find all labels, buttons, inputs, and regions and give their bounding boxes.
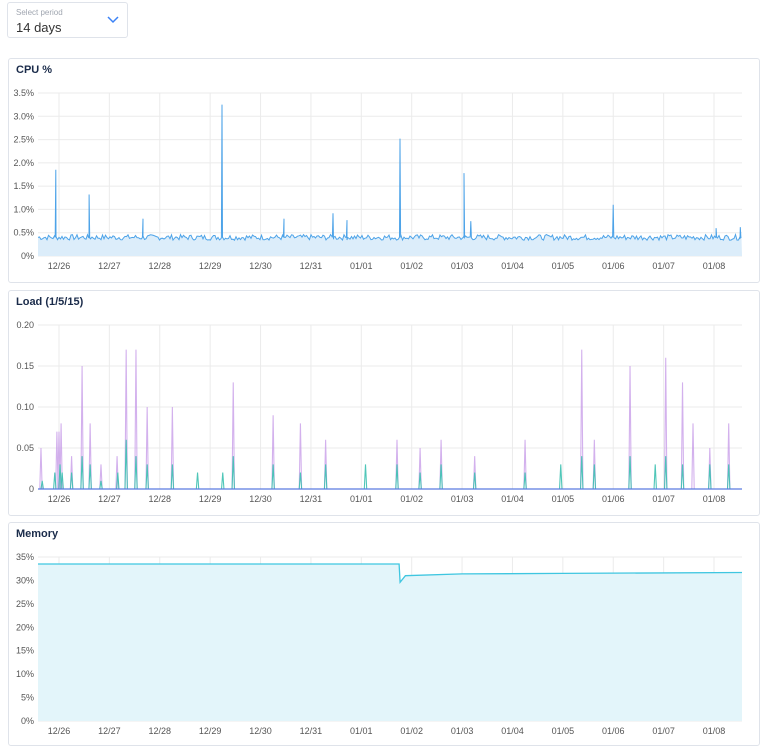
cpu-chart: 0% 0.5% 1.0% 1.5% 2.0% 2.5% 3.0% 3.5% 12/26 12/27… [13,88,742,271]
load-spike [363,464,368,490]
load-chart: 0 0.05 0.10 0.15 0.20 12/26 12/27 12/28 12/29 12/… [16,320,742,504]
chevron-down-icon [107,16,119,24]
load-spike [220,472,225,490]
x-tick-label: 01/04 [501,261,524,271]
y-tick-label: 25% [16,599,34,609]
x-tick-label: 01/01 [350,261,373,271]
load-spike [691,423,695,490]
x-tick-label: 12/30 [249,261,272,271]
x-tick-label: 01/03 [451,261,474,271]
y-tick-label: 0 [29,484,34,494]
x-tick-label: 01/03 [451,494,474,504]
y-tick-label: 0% [21,251,34,261]
y-tick-label: 30% [16,575,34,585]
x-tick-label: 01/04 [501,726,524,736]
period-select[interactable]: Select period 14 days [7,2,128,38]
x-tick-label: 12/26 [48,726,71,736]
memory-chart-panel: Memory 0% 5% 10% 15% 20% 25% 30% 35% 12/26 12/27 1… [8,522,760,746]
x-tick-label: 01/07 [652,726,675,736]
x-tick-label: 12/28 [148,726,171,736]
x-tick-label: 12/31 [300,494,323,504]
y-tick-label: 0.5% [13,228,34,238]
x-tick-label: 01/07 [652,494,675,504]
y-tick-label: 3.0% [13,111,34,121]
x-tick-label: 01/01 [350,494,373,504]
x-tick-label: 01/02 [400,261,423,271]
load-spike [195,472,200,490]
cpu-chart-panel: CPU % 0% 0.5% 1.0% 1.5% 2.0% 2.5% 3.0% 3.5% 12/2… [8,58,760,283]
x-tick-label: 01/08 [703,494,726,504]
x-tick-label: 12/31 [300,726,323,736]
y-tick-label: 0.20 [16,320,34,330]
y-tick-label: 0.05 [16,443,34,453]
y-tick-label: 20% [16,622,34,632]
load-chart-panel: Load (1/5/15) 0 0.05 0.10 0.15 0.20 12/26 12/2… [8,290,760,516]
x-tick-label: 12/26 [48,494,71,504]
x-tick-label: 01/06 [602,261,625,271]
x-tick-label: 01/06 [602,726,625,736]
load-spike [653,464,657,490]
y-tick-label: 0.15 [16,361,34,371]
y-tick-label: 15% [16,646,34,656]
y-tick-label: 10% [16,669,34,679]
y-tick-label: 5% [21,693,34,703]
x-tick-label: 12/28 [148,494,171,504]
x-tick-label: 01/03 [451,726,474,736]
load-spike [559,464,563,490]
x-tick-label: 12/27 [98,494,121,504]
y-tick-label: 2.5% [13,135,34,145]
x-tick-label: 12/27 [98,726,121,736]
cpu-line [37,104,742,242]
memory-chart: 0% 5% 10% 15% 20% 25% 30% 35% 12/26 12/27 12/28 12/… [16,552,743,736]
x-tick-label: 01/08 [703,261,726,271]
x-tick-label: 01/06 [602,494,625,504]
x-tick-label: 12/30 [249,726,272,736]
x-tick-label: 12/31 [300,261,323,271]
x-tick-label: 12/29 [199,494,222,504]
x-tick-label: 12/29 [199,261,222,271]
x-tick-label: 12/27 [98,261,121,271]
x-tick-label: 01/08 [703,726,726,736]
y-tick-label: 3.5% [13,88,34,98]
x-tick-label: 01/05 [552,726,575,736]
period-select-label: Select period [16,8,63,17]
y-tick-label: 35% [16,552,34,562]
x-tick-label: 01/05 [552,261,575,271]
x-tick-label: 12/26 [48,261,71,271]
memory-area [38,564,742,721]
x-tick-label: 01/01 [350,726,373,736]
y-tick-label: 1.0% [13,204,34,214]
y-tick-label: 2.0% [13,158,34,168]
x-tick-label: 01/05 [552,494,575,504]
x-tick-label: 01/04 [501,494,524,504]
x-tick-label: 12/28 [148,261,171,271]
y-tick-label: 0.10 [16,402,34,412]
cpu-area [38,104,742,256]
period-select-value: 14 days [16,20,62,35]
y-tick-label: 0% [21,716,34,726]
x-tick-label: 12/29 [199,726,222,736]
x-tick-label: 01/02 [400,494,423,504]
x-tick-label: 12/30 [249,494,272,504]
x-tick-label: 01/07 [652,261,675,271]
y-tick-label: 1.5% [13,181,34,191]
x-tick-label: 01/02 [400,726,423,736]
